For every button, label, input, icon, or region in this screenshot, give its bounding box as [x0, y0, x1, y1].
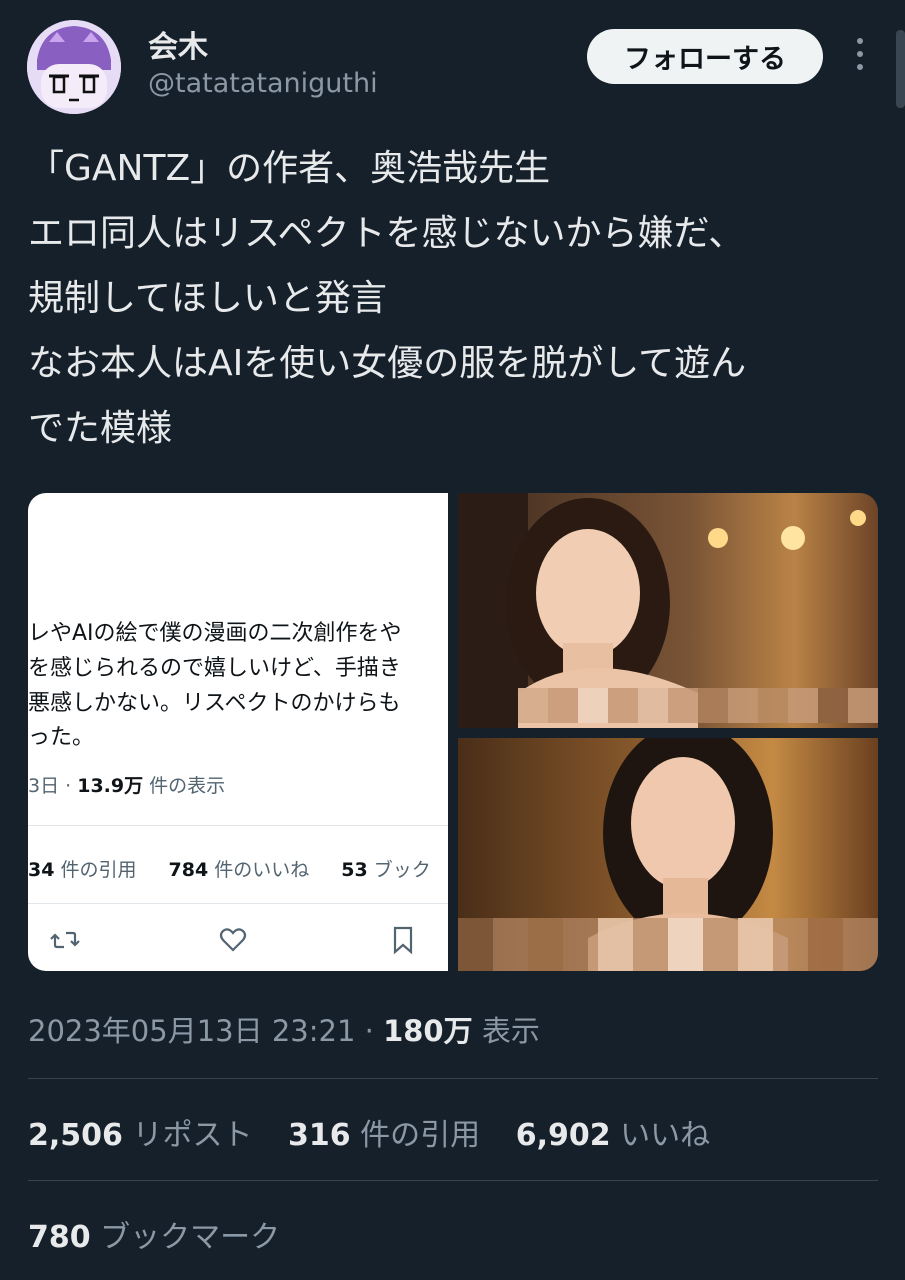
screenshot-text-line: った。	[28, 725, 95, 750]
bookmark-icon	[393, 926, 413, 955]
bookmarks-link[interactable]: 780 ブックマーク	[28, 1212, 280, 1256]
screenshot-meta-prefix: 3日 ·	[28, 775, 78, 797]
tweet-text: 「GANTZ」の作者、奥浩哉先生 エロ同人はリスペクトを感じないから嫌だ、 規制…	[28, 136, 888, 461]
user-handle[interactable]: @tatatataniguthi	[148, 68, 378, 99]
screenshot-likes-count: 784	[168, 859, 209, 881]
divider	[28, 1078, 878, 1079]
likes-label: いいね	[610, 1118, 711, 1153]
avatar-image	[27, 20, 121, 114]
screenshot-text-line: レやAIの絵で僕の漫画の二次創作をや	[28, 621, 402, 646]
tweet-line: 規制してほしいと発言	[28, 278, 387, 319]
bookmarks-count: 780	[28, 1220, 91, 1255]
tweet-timestamp[interactable]: 2023年05月13日 23:21 · 180万 表示	[28, 1008, 540, 1050]
bookmarks-label: ブックマーク	[90, 1220, 281, 1255]
divider	[28, 1180, 878, 1181]
screenshot-text-line: を感じられるので嬉しいけど、手描き	[28, 656, 401, 681]
media-screenshot-image[interactable]: レやAIの絵で僕の漫画の二次創作をや を感じられるので嬉しいけど、手描き 悪感し…	[28, 493, 448, 971]
follow-button[interactable]: フォローする	[587, 29, 823, 84]
tweet-line: エロ同人はリスペクトを感じないから嫌だ、	[28, 213, 745, 254]
reposts-count: 2,506	[28, 1118, 123, 1153]
tweet-line: 「GANTZ」の作者、奥浩哉先生	[28, 148, 551, 189]
more-options-icon[interactable]	[848, 38, 872, 78]
screenshot-bookmarks-count: 53	[341, 859, 368, 881]
scrollbar[interactable]	[896, 30, 905, 108]
photo-bottom-image	[458, 738, 878, 971]
timestamp-text: 2023年05月13日 23:21 ·	[28, 1014, 384, 1048]
screenshot-meta: 3日 · 13.9万 件の表示	[28, 771, 225, 798]
screenshot-divider	[28, 825, 448, 826]
reposts-link[interactable]: 2,506 リポスト	[28, 1118, 252, 1153]
screenshot-bookmarks-label: ブック	[367, 859, 431, 881]
media-photo-bottom[interactable]	[458, 738, 878, 971]
heart-icon	[219, 928, 247, 952]
views-label: 表示	[472, 1014, 540, 1048]
screenshot-meta-suffix: 件の表示	[143, 775, 226, 797]
display-name[interactable]: 会木	[148, 22, 208, 66]
screenshot-quotes-label: 件の引用	[54, 859, 137, 881]
views-count: 180万	[383, 1014, 473, 1048]
retweet-icon	[50, 931, 80, 949]
quotes-link[interactable]: 316 件の引用	[288, 1118, 480, 1153]
photo-top-image	[458, 493, 878, 728]
engagement-stats: 2,506 リポスト 316 件の引用 6,902 いいね	[28, 1110, 710, 1154]
reposts-label: リポスト	[122, 1118, 253, 1153]
screenshot-quotes-count: 34	[28, 859, 55, 881]
screenshot-text-line: 悪感しかない。リスペクトのかけらも	[28, 691, 401, 716]
likes-link[interactable]: 6,902 いいね	[516, 1118, 710, 1153]
screenshot-divider	[28, 903, 448, 904]
quotes-count: 316	[288, 1118, 351, 1153]
quotes-label: 件の引用	[350, 1118, 481, 1153]
screenshot-stats: 34 件の引用 784 件のいいね 53 ブック	[28, 855, 431, 882]
likes-count: 6,902	[515, 1118, 611, 1153]
media-photo-top[interactable]	[458, 493, 878, 728]
tweet-line: でた模様	[28, 408, 173, 449]
screenshot-meta-views: 13.9万	[77, 775, 144, 797]
screenshot-likes-label: 件のいいね	[208, 859, 310, 881]
avatar[interactable]	[27, 20, 121, 114]
tweet-line: なお本人はAIを使い女優の服を脱がして遊ん	[28, 343, 747, 384]
